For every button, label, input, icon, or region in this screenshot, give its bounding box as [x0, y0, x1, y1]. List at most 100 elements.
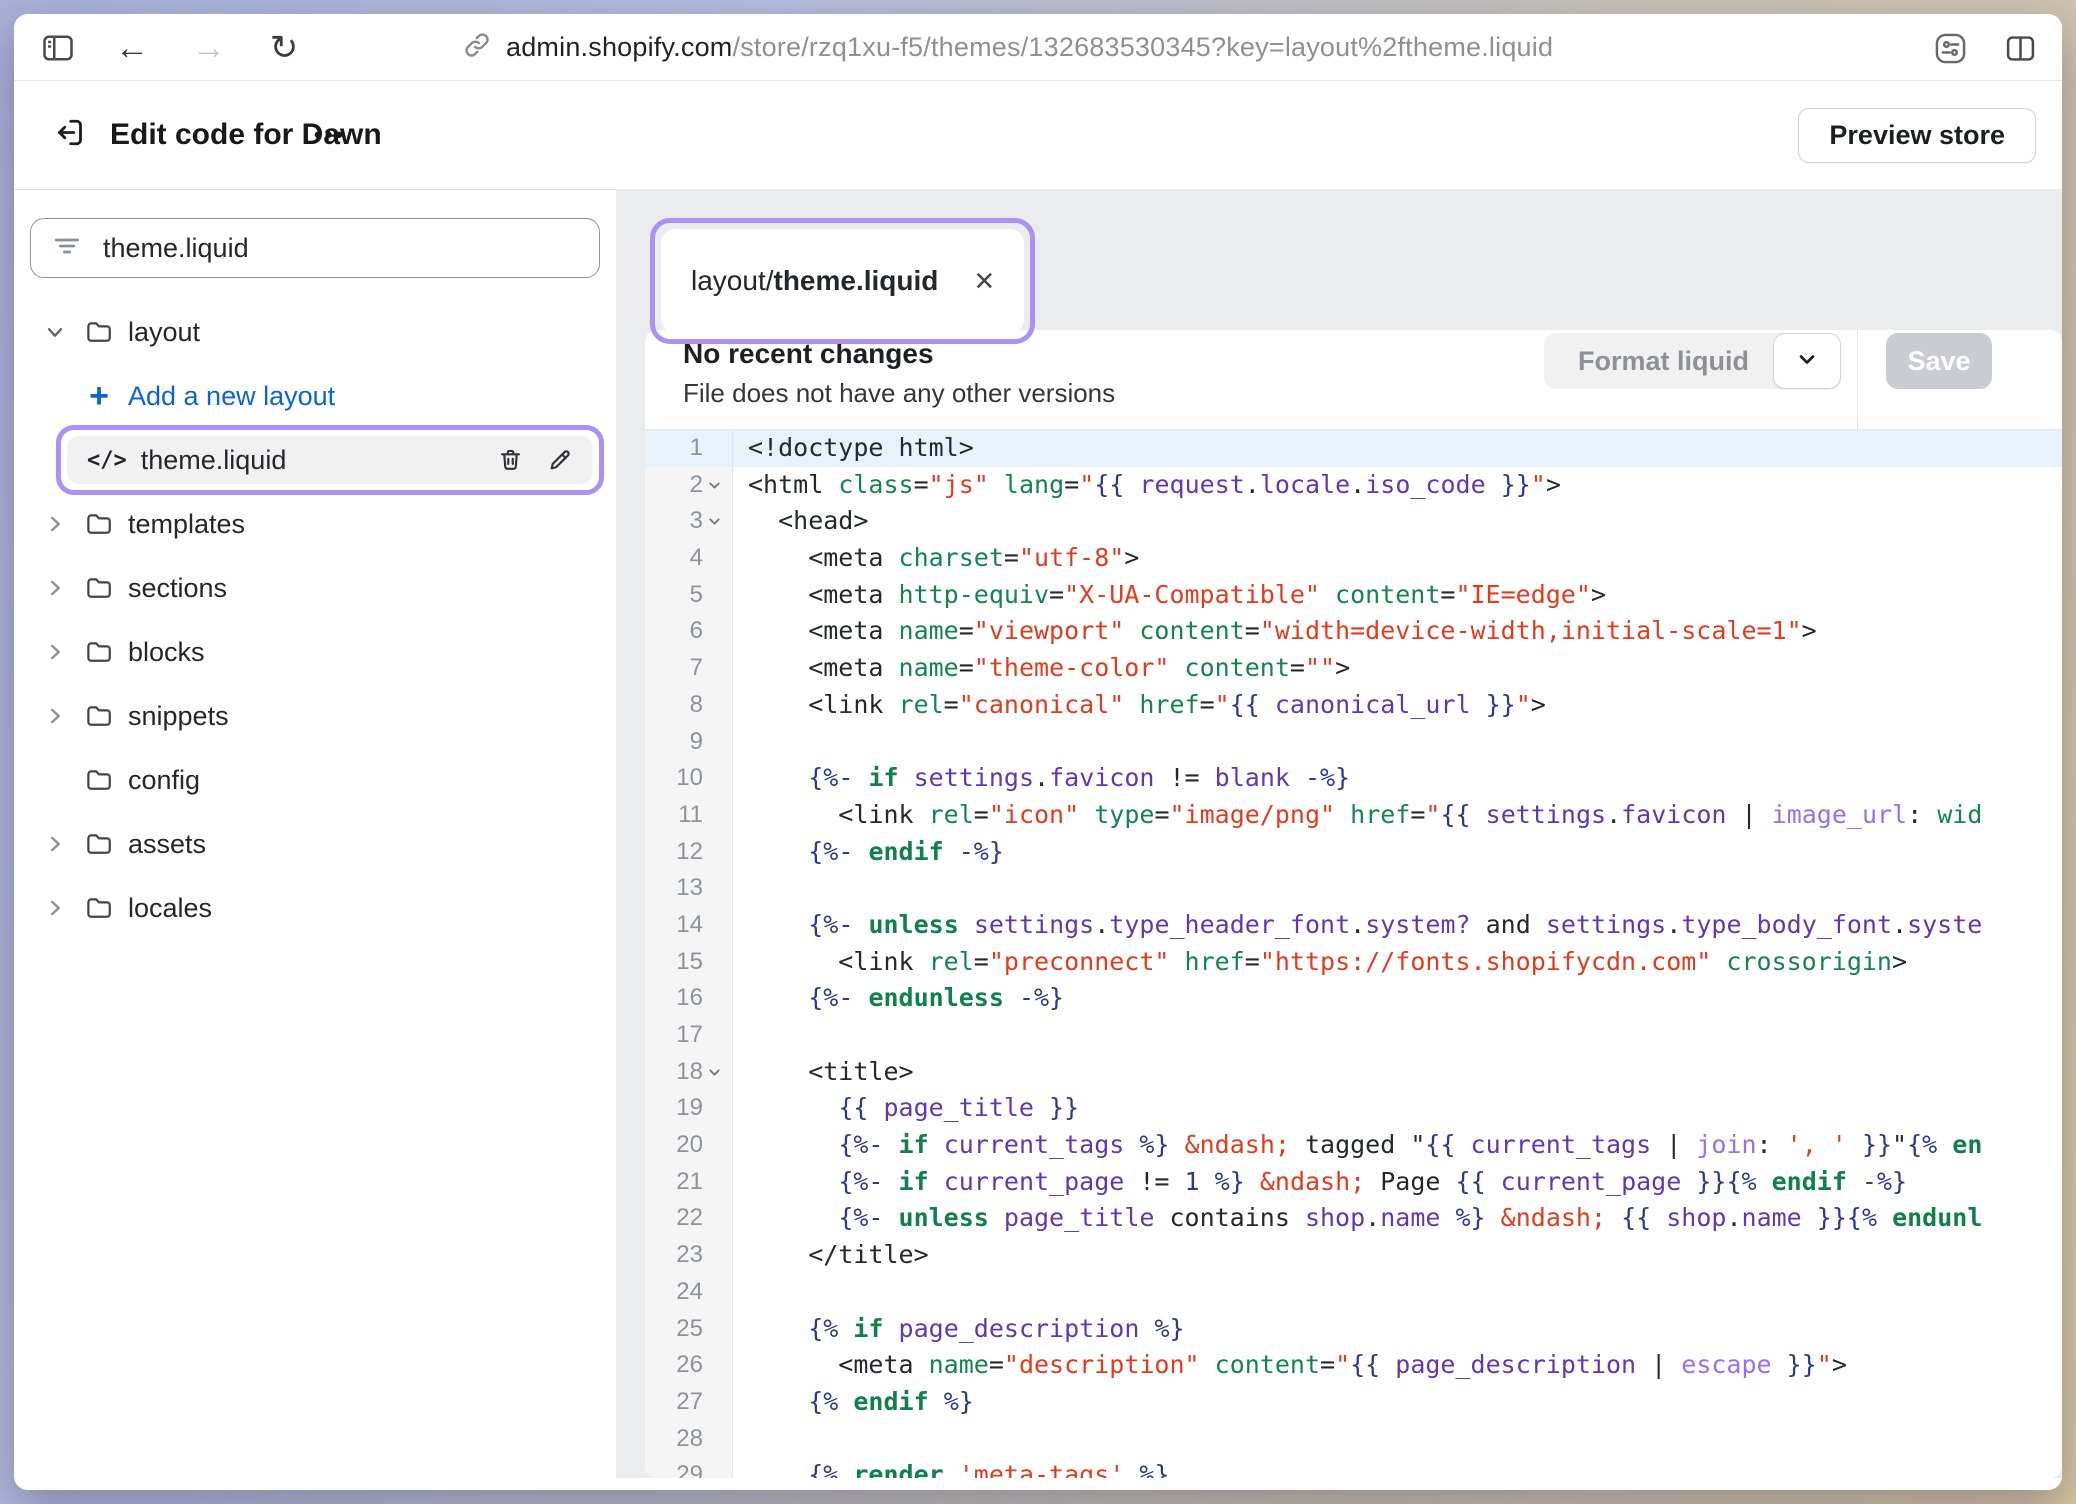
delete-icon[interactable]: [497, 447, 524, 474]
folder-icon: [82, 317, 116, 347]
code-text: {%- if current_page != 1 %} &ndash; Page…: [733, 1164, 2062, 1201]
active-tab-highlight: layout/theme.liquid ×: [650, 218, 1035, 344]
chevron-right-icon[interactable]: [44, 833, 78, 855]
tree-item-config[interactable]: config: [14, 756, 616, 804]
code-line-5[interactable]: 5 <meta http-equiv="X-UA-Compatible" con…: [645, 577, 2062, 614]
code-line-7[interactable]: 7 <meta name="theme-color" content="">: [645, 650, 2062, 687]
code-line-23[interactable]: 23 </title>: [645, 1237, 2062, 1274]
code-text: <title>: [733, 1054, 2062, 1091]
chevron-right-icon[interactable]: [44, 641, 78, 663]
code-line-16[interactable]: 16 {%- endunless -%}: [645, 980, 2062, 1017]
more-actions-button[interactable]: •••: [314, 122, 346, 148]
fold-icon[interactable]: [706, 1063, 724, 1081]
tree-item-snippets[interactable]: snippets: [14, 692, 616, 740]
code-line-10[interactable]: 10 {%- if settings.favicon != blank -%}: [645, 760, 2062, 797]
file-search[interactable]: [30, 218, 600, 278]
tree-item-theme.liquid[interactable]: </> theme.liquid: [67, 436, 593, 484]
tree-item-label: locales: [128, 893, 212, 924]
code-line-13[interactable]: 13: [645, 870, 2062, 907]
code-line-28[interactable]: 28: [645, 1421, 2062, 1458]
tree-item-locales[interactable]: locales: [14, 884, 616, 932]
exit-icon[interactable]: [52, 115, 88, 156]
editor-main: layout/theme.liquid × No recent changes …: [645, 190, 2062, 1490]
code-line-2[interactable]: 2<html class="js" lang="{{ request.local…: [645, 467, 2062, 504]
chevron-right-icon[interactable]: [44, 897, 78, 919]
code-line-22[interactable]: 22 {%- unless page_title contains shop.n…: [645, 1200, 2062, 1237]
forward-icon[interactable]: →: [189, 28, 229, 68]
split-view-icon[interactable]: [2000, 28, 2040, 68]
folder-icon: [82, 573, 116, 603]
back-icon[interactable]: ←: [112, 28, 152, 68]
code-line-26[interactable]: 26 <meta name="description" content="{{ …: [645, 1347, 2062, 1384]
code-text: {% endif %}: [733, 1384, 2062, 1421]
code-text: <meta charset="utf-8">: [733, 540, 2062, 577]
editor-toolbar: No recent changes File does not have any…: [645, 330, 2062, 430]
code-line-8[interactable]: 8 <link rel="canonical" href="{{ canonic…: [645, 687, 2062, 724]
url-text: admin.shopify.com/store/rzq1xu-f5/themes…: [506, 32, 1553, 63]
folder-icon: [82, 509, 116, 539]
code-editor[interactable]: 1<!doctype html>2<html class="js" lang="…: [645, 430, 2062, 1478]
reload-icon[interactable]: ↻: [264, 28, 304, 68]
code-line-9[interactable]: 9: [645, 724, 2062, 761]
gutter-line-number: 24: [645, 1274, 733, 1311]
tree-item-add-a-new-layout[interactable]: +Add a new layout: [14, 372, 616, 420]
chevron-right-icon[interactable]: [44, 705, 78, 727]
fold-icon[interactable]: [706, 513, 724, 531]
page-settings-icon[interactable]: [1930, 28, 1970, 68]
code-line-18[interactable]: 18 <title>: [645, 1054, 2062, 1091]
gutter-line-number: 3: [645, 503, 733, 540]
gutter-line-number: 5: [645, 577, 733, 614]
tree-item-templates[interactable]: templates: [14, 500, 616, 548]
code-line-27[interactable]: 27 {% endif %}: [645, 1384, 2062, 1421]
gutter-line-number: 7: [645, 650, 733, 687]
code-line-1[interactable]: 1<!doctype html>: [645, 430, 2062, 467]
tab-theme-liquid[interactable]: layout/theme.liquid ×: [661, 229, 1024, 333]
fold-icon[interactable]: [706, 476, 724, 494]
code-line-25[interactable]: 25 {% if page_description %}: [645, 1311, 2062, 1348]
chevron-right-icon[interactable]: [44, 577, 78, 599]
tree-item-assets[interactable]: assets: [14, 820, 616, 868]
toolbar-divider: [1857, 330, 1858, 429]
format-dropdown-button[interactable]: [1773, 333, 1841, 389]
chevron-down-icon[interactable]: [44, 321, 78, 343]
code-line-3[interactable]: 3 <head>: [645, 503, 2062, 540]
code-line-20[interactable]: 20 {%- if current_tags %} &ndash; tagged…: [645, 1127, 2062, 1164]
chevron-right-icon[interactable]: [44, 513, 78, 535]
code-text: </title>: [733, 1237, 2062, 1274]
gutter-line-number: 17: [645, 1017, 733, 1054]
tree-item-label: theme.liquid: [141, 445, 287, 476]
code-line-24[interactable]: 24: [645, 1274, 2062, 1311]
code-line-14[interactable]: 14 {%- unless settings.type_header_font.…: [645, 907, 2062, 944]
preview-store-button[interactable]: Preview store: [1798, 108, 2036, 163]
code-line-29[interactable]: 29 {% render 'meta-tags' %}: [645, 1457, 2062, 1478]
chevron-down-icon: [1795, 347, 1819, 376]
address-bar[interactable]: admin.shopify.com/store/rzq1xu-f5/themes…: [462, 14, 1553, 81]
filter-icon: [51, 230, 83, 267]
code-line-11[interactable]: 11 <link rel="icon" type="image/png" hre…: [645, 797, 2062, 834]
code-line-21[interactable]: 21 {%- if current_page != 1 %} &ndash; P…: [645, 1164, 2062, 1201]
tab-close-icon[interactable]: ×: [974, 264, 994, 298]
format-liquid-button[interactable]: Format liquid: [1544, 333, 1783, 389]
code-line-6[interactable]: 6 <meta name="viewport" content="width=d…: [645, 613, 2062, 650]
tree-item-sections[interactable]: sections: [14, 564, 616, 612]
code-line-4[interactable]: 4 <meta charset="utf-8">: [645, 540, 2062, 577]
code-text: <link rel="icon" type="image/png" href="…: [733, 797, 2062, 834]
gutter-line-number: 18: [645, 1054, 733, 1091]
tree-item-layout[interactable]: layout: [14, 308, 616, 356]
plus-icon: +: [82, 379, 116, 413]
edit-icon[interactable]: [546, 447, 573, 474]
format-liquid-group: Format liquid: [1544, 333, 1841, 389]
code-line-15[interactable]: 15 <link rel="preconnect" href="https://…: [645, 944, 2062, 981]
code-line-17[interactable]: 17: [645, 1017, 2062, 1054]
code-line-12[interactable]: 12 {%- endif -%}: [645, 834, 2062, 871]
gutter-line-number: 23: [645, 1237, 733, 1274]
gutter-line-number: 1: [645, 430, 733, 467]
code-file-icon: </>: [87, 448, 127, 473]
tree-item-blocks[interactable]: blocks: [14, 628, 616, 676]
tree-item-label: layout: [128, 317, 200, 348]
sidebar-toggle-icon[interactable]: [38, 28, 78, 68]
search-input[interactable]: [103, 233, 579, 264]
gutter-line-number: 21: [645, 1164, 733, 1201]
code-line-19[interactable]: 19 {{ page_title }}: [645, 1090, 2062, 1127]
save-button[interactable]: Save: [1886, 333, 1992, 389]
